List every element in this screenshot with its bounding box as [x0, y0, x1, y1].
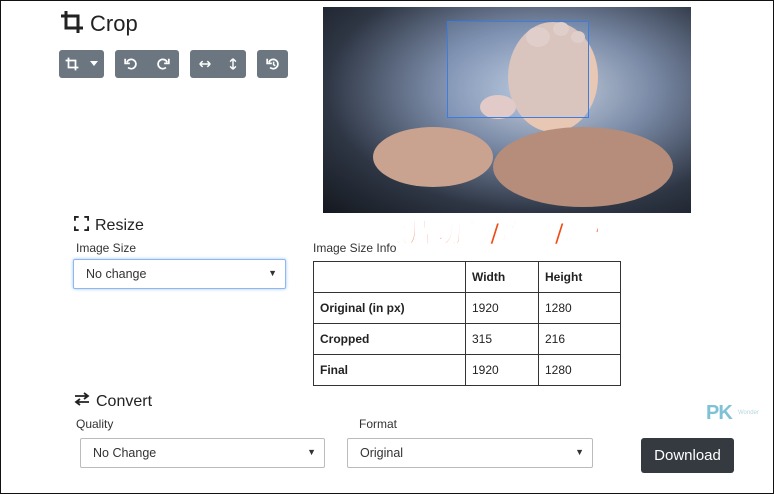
- image-size-info-label: Image Size Info: [313, 241, 397, 255]
- table-row: Original (in px) 1920 1280: [313, 292, 621, 324]
- flip-vertical-icon[interactable]: [228, 57, 238, 71]
- table-header-row: Width Height: [313, 261, 621, 293]
- download-button[interactable]: Download: [641, 438, 734, 473]
- image-size-info-table: Width Height Original (in px) 1920 1280 …: [313, 261, 621, 386]
- image-size-label: Image Size: [76, 241, 137, 255]
- watermark-subtext: Wonder: [738, 410, 759, 416]
- overlay-caption: 照片切割/旋轉/轉檔: [382, 219, 619, 250]
- table-row-label: Original (in px): [313, 292, 466, 324]
- flip-horizontal-icon[interactable]: [198, 59, 212, 69]
- table-cell-height: 1280: [538, 292, 621, 324]
- table-row-label: Cropped: [313, 323, 466, 355]
- table-header-cell: Width: [465, 261, 539, 293]
- image-size-select[interactable]: No change ▼: [73, 259, 286, 289]
- watermark-logo: PK: [706, 402, 733, 424]
- chevron-down-icon: ▼: [307, 447, 316, 457]
- quality-label: Quality: [76, 417, 114, 431]
- table-cell-height: 216: [538, 323, 621, 355]
- flip-button-group: [190, 50, 246, 78]
- expand-icon: [74, 216, 89, 236]
- table-cell-height: 1280: [538, 354, 621, 386]
- reset-button[interactable]: [257, 50, 288, 78]
- chevron-down-icon: ▼: [575, 447, 584, 457]
- rotate-button-group: [115, 50, 179, 78]
- chevron-down-icon: ▼: [268, 268, 277, 278]
- table-row: Final 1920 1280: [313, 354, 621, 386]
- format-label: Format: [359, 417, 398, 431]
- table-header-cell: Height: [538, 261, 621, 293]
- image-size-value: No change: [86, 267, 147, 281]
- history-icon: [265, 57, 280, 71]
- caret-down-icon: [90, 61, 99, 67]
- rotate-right-icon[interactable]: [156, 57, 170, 71]
- quality-value: No Change: [93, 446, 157, 460]
- resize-section-title: Resize: [74, 216, 144, 236]
- crop-options-button[interactable]: [59, 50, 104, 78]
- convert-section-title: Convert: [74, 392, 152, 411]
- format-select[interactable]: Original ▼: [347, 438, 593, 468]
- table-row: Cropped 315 216: [313, 323, 621, 355]
- crop-icon: [65, 57, 79, 71]
- crop-title: Crop: [90, 11, 138, 36]
- convert-title: Convert: [96, 392, 153, 410]
- table-cell-width: 1920: [465, 354, 539, 386]
- exchange-arrows-icon: [74, 392, 90, 411]
- table-row-label: Final: [313, 354, 466, 386]
- image-preview[interactable]: [323, 7, 691, 213]
- quality-select[interactable]: No Change ▼: [80, 438, 325, 468]
- crop-icon: [60, 10, 84, 38]
- resize-title: Resize: [95, 217, 144, 234]
- table-cell-width: 315: [465, 323, 539, 355]
- table-header-cell: [313, 261, 466, 293]
- table-cell-width: 1920: [465, 292, 539, 324]
- crop-header: Crop: [60, 10, 138, 38]
- format-value: Original: [360, 446, 404, 460]
- rotate-left-icon[interactable]: [124, 57, 138, 71]
- crop-selection-box[interactable]: [447, 21, 589, 118]
